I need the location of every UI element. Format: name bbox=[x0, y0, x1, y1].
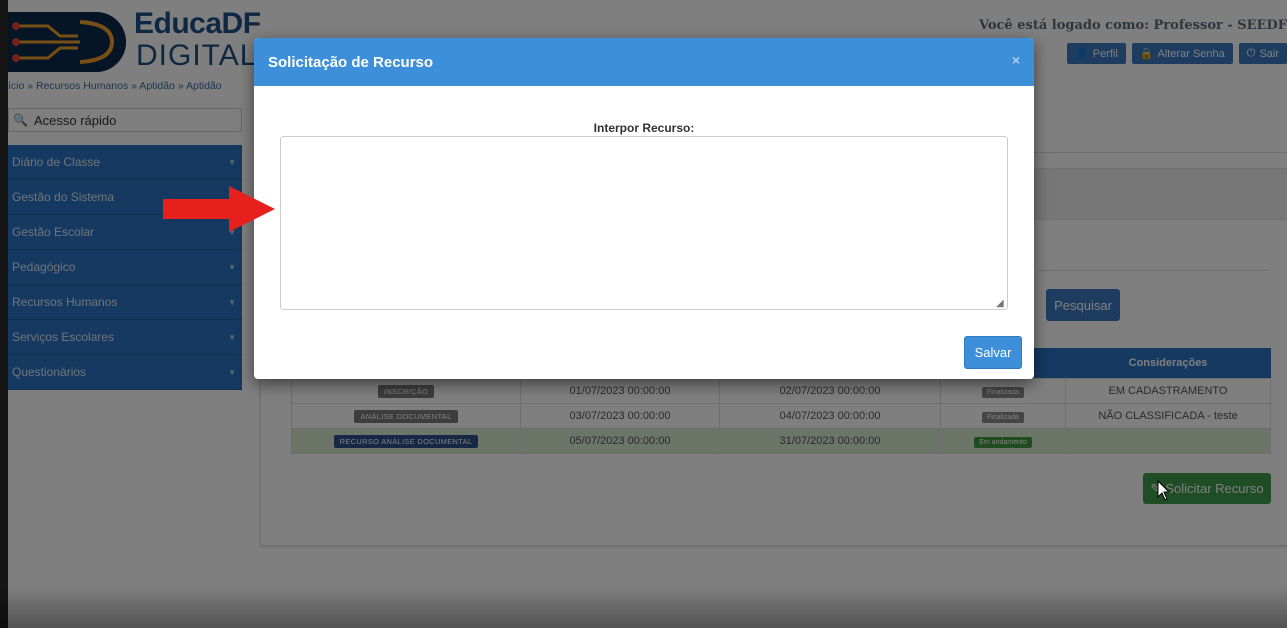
red-arrow-annotation-icon bbox=[163, 186, 275, 232]
interpor-recurso-label: Interpor Recurso: bbox=[593, 121, 695, 135]
mouse-cursor-icon bbox=[1157, 480, 1171, 501]
resize-handle-icon[interactable]: ◢ bbox=[996, 298, 1004, 309]
solicitacao-recurso-modal: Solicitação de Recurso × Interpor Recurs… bbox=[254, 38, 1034, 379]
salvar-button[interactable]: Salvar bbox=[964, 336, 1022, 369]
bottom-shadow bbox=[0, 586, 1287, 628]
modal-header: Solicitação de Recurso × bbox=[254, 38, 1034, 86]
interpor-recurso-textarea[interactable] bbox=[280, 136, 1008, 310]
close-icon[interactable]: × bbox=[1012, 52, 1020, 68]
modal-title: Solicitação de Recurso bbox=[268, 53, 434, 71]
